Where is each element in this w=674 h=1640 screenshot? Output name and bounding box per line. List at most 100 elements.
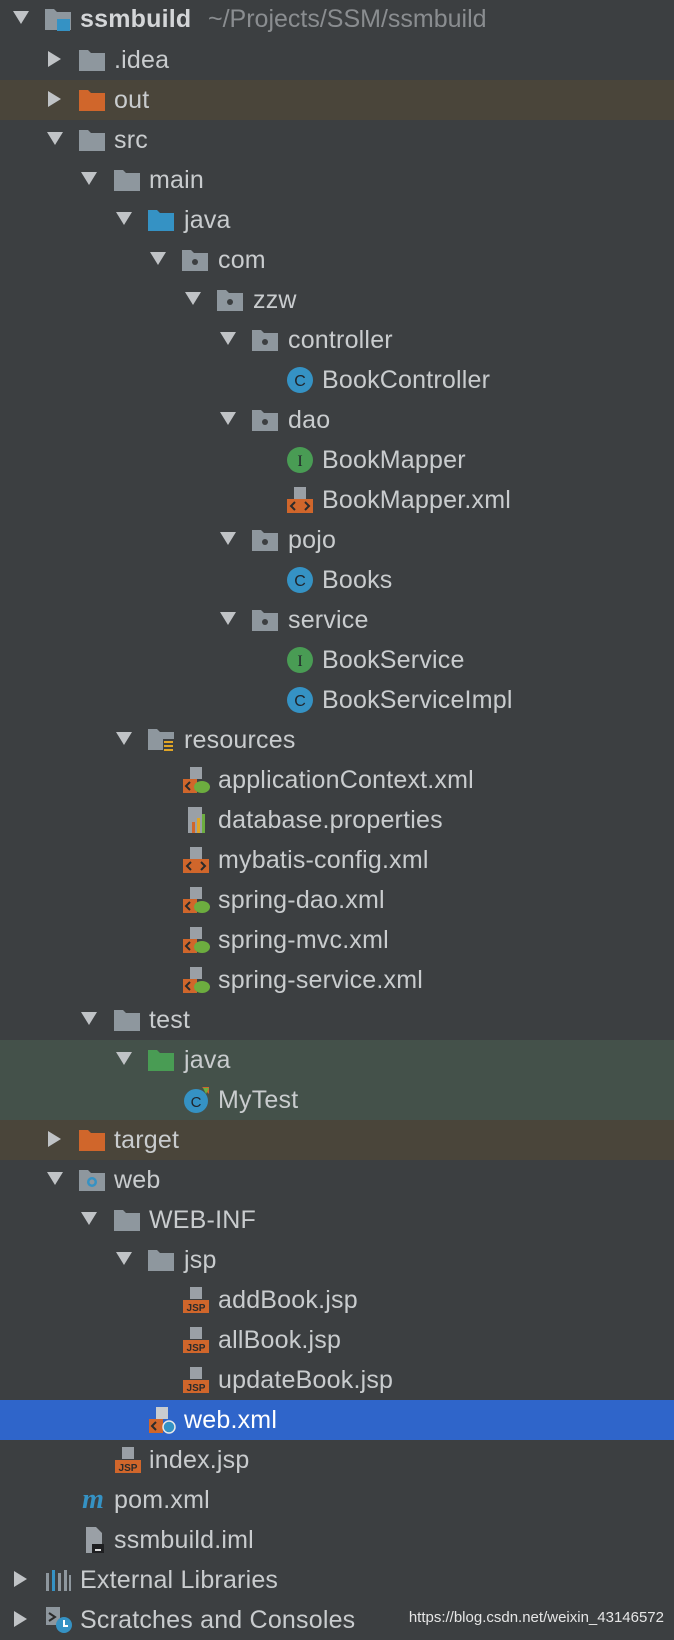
excluded-folder-icon [78,1126,106,1154]
tree-row-spring-mvc[interactable]: spring-mvc.xml [0,920,674,960]
interface-icon: I [286,446,314,474]
tree-row-spring-dao[interactable]: spring-dao.xml [0,880,674,920]
tree-row-idea[interactable]: .idea [0,40,674,80]
chevron-down-icon[interactable] [46,1170,64,1188]
chevron-down-icon[interactable] [12,9,30,27]
web-folder-icon [78,1166,106,1194]
chevron-right-icon[interactable] [12,1570,30,1588]
tree-row-resources[interactable]: resources [0,720,674,760]
svg-text:I: I [297,453,302,470]
tree-label: WEB-INF [149,1206,256,1234]
jsp-file-icon: JSP [182,1366,210,1394]
tree-row-pojo[interactable]: pojo [0,520,674,560]
tree-label: addBook.jsp [218,1286,358,1314]
tree-row-book-mapper-xml[interactable]: BookMapper.xml [0,480,674,520]
tree-row-src[interactable]: src [0,120,674,160]
tree-row-spring-service[interactable]: spring-service.xml [0,960,674,1000]
chevron-right-icon[interactable] [46,1130,64,1148]
tree-row-database-properties[interactable]: database.properties [0,800,674,840]
folder-icon [113,1006,141,1034]
chevron-down-icon[interactable] [149,250,167,268]
chevron-down-icon[interactable] [115,730,133,748]
spring-xml-icon [182,766,210,794]
tree-row-java-main[interactable]: java [0,200,674,240]
resources-folder-icon [147,726,175,754]
tree-row-java-test[interactable]: java [0,1040,674,1080]
chevron-down-icon[interactable] [46,130,64,148]
tree-label: pojo [288,526,337,554]
package-icon [216,286,244,314]
jsp-file-icon: JSP [114,1446,142,1474]
tree-label: zzw [253,286,297,314]
tree-label: web [114,1166,161,1194]
tree-row-mybatis-config[interactable]: mybatis-config.xml [0,840,674,880]
tree-row-all-book[interactable]: JSP allBook.jsp [0,1320,674,1360]
tree-row-update-book[interactable]: JSP updateBook.jsp [0,1360,674,1400]
tree-row-controller[interactable]: controller [0,320,674,360]
properties-file-icon [182,806,210,834]
chevron-down-icon[interactable] [80,1010,98,1028]
chevron-right-icon[interactable] [46,50,64,68]
libraries-icon [44,1566,72,1594]
chevron-down-icon[interactable] [115,1250,133,1268]
tree-row-book-service-impl[interactable]: C BookServiceImpl [0,680,674,720]
class-icon: C [286,566,314,594]
chevron-down-icon[interactable] [80,170,98,188]
tree-label: pom.xml [114,1486,210,1514]
chevron-down-icon[interactable] [219,410,237,428]
tree-row-ssmbuild[interactable]: ssmbuild ~/Projects/SSM/ssmbuild [0,0,674,39]
tree-label: allBook.jsp [218,1326,342,1354]
package-icon [181,246,209,274]
chevron-right-icon[interactable] [12,1610,30,1628]
svg-text:C: C [294,693,306,710]
tree-row-my-test[interactable]: C MyTest [0,1080,674,1120]
tree-row-web[interactable]: web [0,1160,674,1200]
tree-label: dao [288,406,331,434]
chevron-down-icon[interactable] [219,530,237,548]
tree-row-service[interactable]: service [0,600,674,640]
tree-row-out[interactable]: out [0,80,674,120]
tree-row-index-jsp[interactable]: JSP index.jsp [0,1440,674,1480]
tree-row-dao[interactable]: dao [0,400,674,440]
tree-label: applicationContext.xml [218,766,474,794]
tree-row-web-inf[interactable]: WEB-INF [0,1200,674,1240]
tree-row-books[interactable]: C Books [0,560,674,600]
project-path: ~/Projects/SSM/ssmbuild [208,5,487,33]
folder-icon [78,126,106,154]
tree-row-pom[interactable]: m pom.xml [0,1480,674,1520]
xml-file-icon [286,486,314,514]
svg-text:JSP: JSP [187,1303,206,1314]
tree-row-iml[interactable]: ssmbuild.iml [0,1520,674,1560]
project-tree: ssmbuild ~/Projects/SSM/ssmbuild .idea o… [0,0,674,1640]
tree-row-external-libraries[interactable]: External Libraries [0,1560,674,1600]
excluded-folder-icon [78,86,106,114]
chevron-down-icon[interactable] [219,330,237,348]
tree-row-zzw[interactable]: zzw [0,280,674,320]
tree-row-book-controller[interactable]: C BookController [0,360,674,400]
tree-label: com [218,246,266,274]
web-xml-icon [148,1406,176,1434]
chevron-down-icon[interactable] [80,1210,98,1228]
chevron-right-icon[interactable] [46,90,64,108]
tree-row-target[interactable]: target [0,1120,674,1160]
chevron-down-icon[interactable] [115,1050,133,1068]
tree-label: spring-mvc.xml [218,926,389,954]
tree-row-book-mapper[interactable]: I BookMapper [0,440,674,480]
tree-row-jsp[interactable]: jsp [0,1240,674,1280]
tree-label: updateBook.jsp [218,1366,394,1394]
watermark: https://blog.csdn.net/weixin_43146572 [408,1609,664,1626]
tree-row-com[interactable]: com [0,240,674,280]
spring-xml-icon [182,966,210,994]
tree-row-test[interactable]: test [0,1000,674,1040]
chevron-down-icon[interactable] [219,610,237,628]
tree-row-book-service[interactable]: I BookService [0,640,674,680]
chevron-down-icon[interactable] [184,290,202,308]
tree-label: main [149,166,204,194]
tree-row-add-book[interactable]: JSP addBook.jsp [0,1280,674,1320]
folder-icon [78,46,106,74]
tree-row-application-context[interactable]: applicationContext.xml [0,760,674,800]
tree-row-main[interactable]: main [0,160,674,200]
tree-row-web-xml[interactable]: web.xml [0,1400,674,1440]
tree-label: controller [288,326,393,354]
chevron-down-icon[interactable] [115,210,133,228]
